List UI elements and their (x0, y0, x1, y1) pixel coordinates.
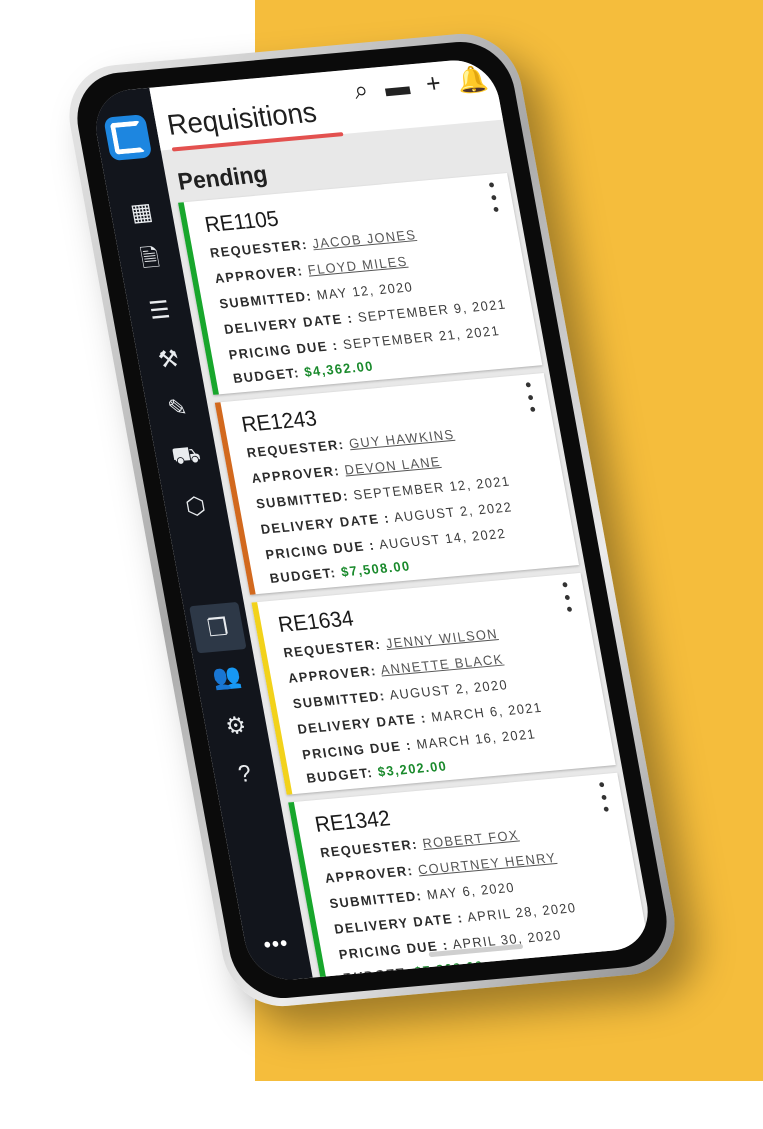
pricing-label: PRICING DUE : (264, 537, 377, 563)
budget-label: BUDGET: (231, 365, 301, 386)
requisition-id: RE1243 (239, 405, 319, 437)
more-options-icon[interactable] (486, 182, 501, 213)
submitted-value: MAY 6, 2020 (425, 879, 517, 903)
submitted-value: SEPTEMBER 12, 2021 (352, 473, 512, 503)
budget-label: BUDGET: (305, 765, 375, 786)
requester-label: REQUESTER: (319, 836, 420, 861)
approver-link[interactable]: ANNETTE BLACK (379, 652, 504, 678)
list-icon[interactable]: ☰ (139, 291, 179, 329)
delivery-label: DELIVERY DATE : (259, 510, 392, 537)
requester-link[interactable]: JACOB JONES (311, 227, 417, 251)
app-header: Requisitions ⌕ ▬ + 🔔 (149, 56, 503, 152)
submitted-label: SUBMITTED: (328, 888, 424, 912)
requisition-id: RE1342 (312, 805, 393, 837)
more-menu-button[interactable]: ••• (244, 929, 309, 960)
requisition-card-partial[interactable]: RE1243 (324, 972, 655, 984)
section-title: Pending (175, 161, 270, 196)
delivery-label: DELIVERY DATE : (296, 710, 428, 737)
delivery-value: SEPTEMBER 9, 2021 (356, 296, 508, 325)
requisition-id: RE1634 (276, 605, 356, 637)
budget-row: BUDGET: $3,202.00 (305, 758, 448, 785)
delivery-label: DELIVERY DATE : (333, 910, 465, 937)
approver-row: APPROVER: DEVON LANE (250, 454, 442, 486)
search-icon[interactable]: ⌕ (351, 74, 370, 107)
requester-label: REQUESTER: (282, 636, 383, 661)
logo-mark (109, 120, 146, 155)
submitted-label: SUBMITTED: (291, 688, 387, 712)
folder-icon[interactable]: ▬ (382, 71, 412, 105)
more-options-icon[interactable] (559, 582, 574, 612)
requester-link[interactable]: JENNY WILSON (385, 626, 500, 651)
requester-label: REQUESTER: (208, 237, 309, 261)
bell-icon[interactable]: 🔔 (455, 63, 491, 97)
budget-row: BUDGET: $7,508.00 (269, 558, 412, 585)
submitted-value: AUGUST 2, 2020 (388, 677, 510, 703)
pricing-value: AUGUST 14, 2022 (377, 525, 508, 553)
budget-row: BUDGET: $4,362.00 (232, 359, 375, 386)
pricing-value: SEPTEMBER 21, 2021 (341, 323, 502, 353)
pricing-label: PRICING DUE : (227, 337, 340, 363)
truck-icon[interactable]: ⛟ (166, 438, 206, 476)
header-actions: ⌕ ▬ + 🔔 (351, 63, 490, 106)
document-edit-icon[interactable]: ✎ (157, 389, 197, 427)
phone-bezel: ▦ 🗎 ☰ ⚒ ✎ ⛟ ⬡ ❐ 👥 ⚙? ••• Requisitions ⌕ ▬ + 🔔 (68, 37, 676, 1003)
budget-value: $4,362.00 (303, 358, 375, 380)
gavel-icon[interactable]: ⚒ (148, 340, 188, 378)
app-screen: ▦ 🗎 ☰ ⚒ ✎ ⛟ ⬡ ❐ 👥 ⚙? ••• Requisitions ⌕ ▬ + 🔔 (89, 56, 655, 984)
requester-link[interactable]: ROBERT FOX (421, 828, 520, 851)
approver-label: APPROVER: (323, 863, 415, 886)
plus-icon[interactable]: + (423, 68, 443, 101)
document-refresh-icon[interactable]: 🗎 (130, 242, 170, 280)
submitted-label: SUBMITTED: (254, 488, 351, 512)
box-icon[interactable]: ⬡ (175, 487, 215, 525)
documents-icon[interactable]: ❐ (189, 601, 247, 654)
budget-value: $3,202.00 (376, 758, 449, 780)
approver-link[interactable]: COURTNEY HENRY (417, 850, 558, 877)
budget-label: BUDGET: (268, 565, 338, 586)
requisition-card[interactable]: RE1634 REQUESTER: JENNY WILSON APPROVER:… (251, 572, 616, 795)
requisition-card[interactable]: RE1105 REQUESTER: JACOB JONES APPROVER: … (178, 173, 543, 395)
approver-label: APPROVER: (213, 263, 305, 287)
delivery-value: MARCH 6, 2021 (430, 700, 544, 725)
help-icon[interactable]: ? (225, 755, 265, 793)
budget-value: $7,508.00 (339, 558, 412, 580)
pricing-label: PRICING DUE : (337, 937, 450, 963)
pricing-label: PRICING DUE : (301, 737, 414, 763)
phone-mockup: ▦ 🗎 ☰ ⚒ ✎ ⛟ ⬡ ❐ 👥 ⚙? ••• Requisitions ⌕ ▬ + 🔔 (60, 5, 763, 1129)
app-logo[interactable] (103, 114, 153, 162)
submitted-row: SUBMITTED: MAY 6, 2020 (328, 880, 516, 911)
delivery-value: AUGUST 2, 2022 (392, 499, 514, 525)
delivery-value: APRIL 28, 2020 (466, 900, 578, 925)
dashboard-icon[interactable]: ▦ (121, 193, 161, 231)
budget-row: BUDGET: $7,862.00 (342, 958, 485, 983)
delivery-label: DELIVERY DATE : (222, 310, 355, 337)
more-options-icon[interactable] (523, 382, 538, 413)
requester-link[interactable]: GUY HAWKINS (348, 427, 456, 451)
budget-label: BUDGET: (342, 965, 412, 984)
submitted-label: SUBMITTED: (218, 288, 314, 312)
requester-label: REQUESTER: (245, 436, 346, 461)
requisition-card[interactable]: RE1243 REQUESTER: GUY HAWKINS APPROVER: … (214, 372, 580, 595)
phone-frame: ▦ 🗎 ☰ ⚒ ✎ ⛟ ⬡ ❐ 👥 ⚙? ••• Requisitions ⌕ ▬ + 🔔 (60, 29, 684, 1011)
pricing-value: MARCH 16, 2021 (415, 726, 538, 752)
approver-link[interactable]: FLOYD MILES (307, 254, 409, 278)
users-icon[interactable]: 👥 (207, 657, 247, 695)
approver-label: APPROVER: (250, 463, 342, 486)
submitted-value: MAY 12, 2020 (315, 279, 415, 303)
requisition-id: RE1105 (202, 205, 281, 238)
approver-link[interactable]: DEVON LANE (343, 454, 442, 477)
budget-value: $7,862.00 (413, 958, 486, 980)
gear-icon[interactable]: ⚙ (216, 706, 256, 744)
more-options-icon[interactable] (596, 782, 611, 812)
approver-label: APPROVER: (287, 663, 378, 686)
